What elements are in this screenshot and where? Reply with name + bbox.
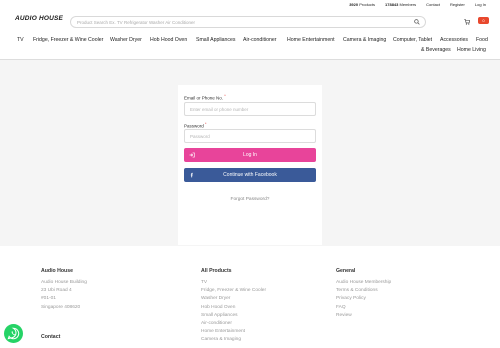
nav-item-small-appliances[interactable]: Small Appliances (196, 37, 236, 43)
nav-row-1: TV Fridge, Freezer & Wine Cooler Washer … (0, 37, 500, 46)
search-icon[interactable] (414, 19, 420, 25)
header: AUDIO HOUSE 0 (0, 9, 500, 34)
footer-col-general: General Audio House Membership Terms & C… (336, 268, 391, 320)
cart-count-badge[interactable]: 0 (478, 17, 489, 24)
category-nav: TV Fridge, Freezer & Wine Cooler Washer … (0, 34, 500, 60)
footer-link[interactable]: Audio House Membership (336, 279, 391, 287)
footer-link[interactable]: Washer Dryer (201, 295, 266, 303)
nav-item-washer-dryer[interactable]: Washer Dryer (110, 37, 142, 43)
register-link[interactable]: Register (450, 2, 465, 7)
facebook-button-label: Continue with Facebook (223, 172, 277, 178)
search-bar (70, 16, 426, 28)
whatsapp-button[interactable] (4, 324, 23, 343)
login-section: Email or Phone No. * Password * Log In C… (0, 60, 500, 246)
address-line: #01-01 (41, 296, 56, 302)
footer-link[interactable]: Small Appliances (201, 312, 266, 320)
footer-col-audio-house: Audio House Audio House Building 23 Ubi … (41, 268, 87, 312)
nav-item-fridge[interactable]: Fridge, Freezer & Wine Cooler (33, 37, 103, 43)
products-count-text: 3920 Products (349, 2, 376, 7)
contact-link[interactable]: Contact (426, 2, 440, 7)
nav-item-computer-tablet[interactable]: Computer, Tablet (393, 37, 432, 43)
whatsapp-icon (7, 327, 20, 340)
footer-link[interactable]: Review (336, 312, 391, 320)
nav-item-hob-hood-oven[interactable]: Hob Hood Oven (150, 37, 187, 43)
nav-item-food[interactable]: Food (476, 37, 488, 43)
email-field[interactable] (184, 102, 316, 116)
footer-col-all-products: All Products TV Fridge, Freezer & Wine C… (201, 268, 266, 345)
footer-link[interactable]: FAQ (336, 304, 391, 312)
footer-link[interactable]: Fridge, Freezer & Wine Cooler (201, 287, 266, 295)
nav-item-camera-imaging[interactable]: Camera & Imaging (343, 37, 386, 43)
footer-link[interactable]: Camera & Imaging (201, 336, 266, 344)
cart-icon[interactable] (464, 19, 470, 25)
footer-link[interactable]: Privacy Policy (336, 295, 391, 303)
nav-item-home-living[interactable]: Home Living (457, 47, 486, 53)
nav-row-2: & Beverages Home Living (0, 47, 500, 56)
footer-contact-title: Contact (41, 334, 61, 340)
forgot-password-link[interactable]: Forgot Password? (178, 197, 322, 202)
login-card: Email or Phone No. * Password * Log In C… (178, 85, 322, 245)
footer-link[interactable]: TV (201, 279, 266, 287)
footer-link[interactable]: Air-conditioner (201, 320, 266, 328)
nav-item-accessories[interactable]: Accessories (440, 37, 468, 43)
footer-link[interactable]: Terms & Conditions (336, 287, 391, 295)
login-button-label: Log In (243, 152, 257, 158)
nav-item-home-entertainment[interactable]: Home Entertainment (287, 37, 335, 43)
footer: Audio House Audio House Building 23 Ubi … (0, 246, 500, 348)
footer-col-title: All Products (201, 268, 232, 274)
members-count-text: 178843 Members (385, 2, 417, 7)
logo[interactable]: AUDIO HOUSE (15, 15, 63, 22)
nav-item-air-conditioner[interactable]: Air-conditioner (243, 37, 276, 43)
footer-col-title: General (336, 268, 356, 274)
password-field[interactable] (184, 129, 316, 143)
nav-item-tv[interactable]: TV (17, 37, 24, 43)
footer-link[interactable]: Home Entertainment (201, 328, 266, 336)
search-input[interactable] (77, 18, 407, 27)
address-line: 23 Ubi Road 4 (41, 288, 72, 294)
address-line: Audio House Building (41, 280, 87, 285)
login-link[interactable]: Log In (475, 2, 486, 7)
top-links: 3920 Products 178843 Members Contact Reg… (349, 2, 486, 7)
nav-item-beverages[interactable]: & Beverages (421, 47, 451, 53)
top-strip: 3920 Products 178843 Members Contact Reg… (0, 0, 500, 9)
email-label: Email or Phone No. * (184, 94, 226, 101)
address-line: Singapore 408620 (41, 304, 81, 310)
footer-link[interactable]: Hob Hood Oven (201, 304, 266, 312)
password-label: Password * (184, 122, 207, 129)
login-button[interactable]: Log In (184, 148, 316, 162)
facebook-login-button[interactable]: Continue with Facebook (184, 168, 316, 182)
footer-col-title: Audio House (41, 268, 73, 274)
